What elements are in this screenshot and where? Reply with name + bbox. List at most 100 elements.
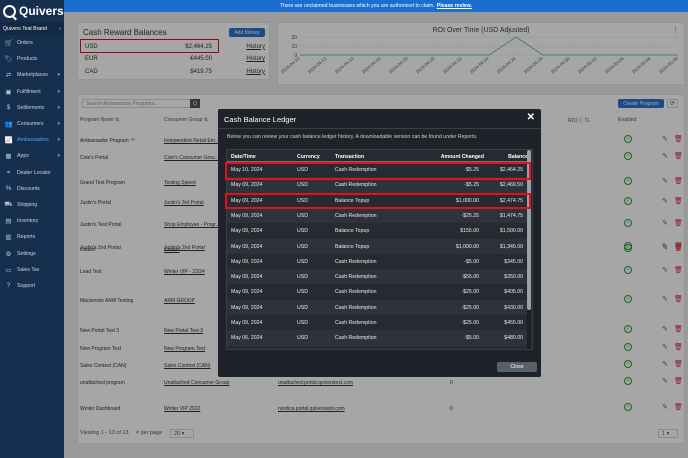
ledger-balance: $345.00 — [504, 258, 523, 265]
ledger-amount: -$55.00 — [461, 274, 479, 281]
chevron-right-icon: › — [59, 25, 61, 32]
modal-divider — [218, 128, 541, 129]
chevron-down-icon: ▾ — [57, 104, 60, 111]
sidebar-item-marketplaces[interactable]: ⇄ Marketplaces ▾ — [0, 67, 64, 83]
grid-icon: ▦ — [5, 153, 12, 161]
sidebar-item-consumers[interactable]: 👥 Consumers ▾ — [0, 116, 64, 132]
ledger-amount: -$5.00 — [464, 335, 479, 342]
ledger-currency: USD — [297, 243, 308, 250]
sidebar-item-label: Sales Tax — [17, 266, 40, 273]
cash-balance-ledger-modal: Cash Balance Ledger ✕ Below you can revi… — [218, 109, 541, 377]
modal-title: Cash Balance Ledger — [224, 115, 297, 124]
ledger-row: May 09, 2024 USD Balance Topup $1,000.00 $1,… — [227, 238, 527, 254]
brand-selector[interactable]: Quivers Test Brand › — [0, 22, 64, 35]
ledger-amount: $1,000.00 — [455, 243, 479, 250]
ledger-date: May 06, 2024 — [231, 335, 263, 342]
sidebar-item-settlements[interactable]: $ Settlements ▾ — [0, 100, 64, 116]
ledger-balance: $430.00 — [504, 304, 523, 311]
gear-icon: ⚙ — [5, 250, 12, 258]
sidebar-item-label: Inventory — [17, 218, 39, 225]
ledger-transaction: Cash Redemption — [335, 320, 377, 326]
ledger-row: May 09, 2024 USD Cash Redemption -$25.25 $1,… — [227, 207, 527, 224]
ledger-date: May 09, 2024 — [231, 212, 263, 219]
sidebar-item-orders[interactable]: 🛒 Orders — [0, 35, 64, 51]
ledger-amount: -$5.00 — [464, 258, 479, 265]
sidebar-item-label: Shipping — [17, 201, 38, 208]
ledger-amount: -$25.25 — [461, 212, 479, 219]
chevron-down-icon: ▾ — [57, 88, 60, 95]
sidebar-item-ambassadors[interactable]: 📈 Ambassadors ▾ — [0, 132, 64, 148]
ledger-balance: $405.00 — [504, 289, 523, 296]
sidebar-item-dealer-locator[interactable]: ⌖ Dealer Locator — [0, 165, 64, 181]
ledger-balance: $2,469.50 — [499, 182, 523, 189]
ledger-row: May 09, 2024 USD Cash Redemption -$55.00 $35… — [227, 269, 527, 285]
sidebar-item-products[interactable]: 🏷 Products — [0, 51, 64, 67]
ledger-row: May 09, 2024 USD Cash Redemption -$5.00 $345… — [227, 254, 527, 269]
ledger-scrollbar[interactable] — [527, 150, 531, 349]
money-icon: $ — [6, 104, 11, 112]
ledger-header-amount-changed: Amount Changed — [440, 154, 484, 160]
warehouse-icon: ▤ — [5, 218, 12, 226]
ledger-amount: -$5.25 — [464, 182, 479, 189]
ledger-amount: $155.00 — [460, 228, 479, 235]
ledger-balance: $1,345.00 — [499, 243, 523, 250]
review-link[interactable]: Please review. — [437, 3, 472, 9]
sidebar-item-reports[interactable]: ▥ Reports — [0, 229, 64, 245]
sidebar-item-label: Products — [17, 56, 38, 63]
chart-icon: 📈 — [4, 137, 13, 145]
ledger-balance: $480.00 — [504, 335, 523, 342]
sidebar-item-inventory[interactable]: ▤ Inventory — [0, 213, 64, 229]
ledger-date: May 09, 2024 — [231, 320, 263, 326]
handshake-icon: ⇄ — [5, 72, 12, 80]
cart-icon: 🛒 — [4, 40, 13, 48]
sidebar-item-discounts[interactable]: % Discounts — [0, 181, 64, 197]
ledger-date: May 09, 2024 — [231, 304, 263, 311]
ledger-highlight-top — [225, 162, 531, 180]
percent-icon: % — [5, 185, 12, 193]
ledger-date: May 09, 2024 — [231, 274, 263, 281]
users-icon: 👥 — [4, 121, 13, 129]
ledger-currency: USD — [297, 335, 308, 342]
ledger-transaction: Balance Topup — [335, 228, 370, 235]
ledger-currency: USD — [297, 304, 308, 311]
sidebar-item-label: Apps — [17, 153, 29, 160]
ledger-currency: USD — [297, 289, 308, 296]
sidebar-item-settings[interactable]: ⚙ Settings — [0, 245, 64, 261]
ledger-currency: USD — [297, 212, 308, 219]
ledger-transaction: Cash Redemption — [335, 258, 377, 265]
ledger-transaction: Balance Topup — [335, 243, 370, 250]
sidebar: Quivers Quivers Test Brand › 🛒 Orders 🏷 Pro… — [0, 0, 64, 458]
close-button[interactable]: Close — [497, 362, 537, 372]
ledger-balance: $455.00 — [504, 320, 523, 326]
chevron-down-icon: ▾ — [57, 121, 60, 128]
ledger-amount: -$25.00 — [461, 289, 479, 296]
sidebar-item-sales-tax[interactable]: ▭ Sales Tax — [0, 262, 64, 278]
ledger-balance: $1,500.00 — [499, 228, 523, 235]
truck-icon: ⛟ — [4, 201, 13, 209]
ledger-amount: -$25.00 — [461, 304, 479, 311]
ledger-transaction: Cash Redemption — [335, 335, 377, 342]
chevron-down-icon: ▾ — [57, 153, 60, 160]
ledger-currency: USD — [297, 320, 308, 326]
ledger-header-transaction: Transaction — [335, 154, 365, 160]
quivers-logo[interactable]: Quivers — [0, 0, 64, 22]
sidebar-item-label: Ambassadors — [17, 137, 49, 144]
ledger-transaction: Cash Redemption — [335, 274, 377, 281]
tag-icon: 🏷 — [4, 56, 13, 64]
bar-chart-icon: ▥ — [5, 234, 12, 242]
ledger-balance: $1,474.75 — [499, 212, 523, 219]
sidebar-item-shipping[interactable]: ⛟ Shipping — [0, 197, 64, 213]
sidebar-item-fulfillment[interactable]: ▣ Fulfillment ▾ — [0, 84, 64, 100]
sidebar-item-label: Dealer Locator — [17, 169, 52, 176]
ledger-transaction: Cash Redemption — [335, 212, 377, 219]
ledger-row: May 09, 2024 USD Cash Redemption -$25.00 $43… — [227, 299, 527, 315]
sidebar-item-label: Orders — [17, 40, 33, 47]
ledger-transaction: Cash Redemption — [335, 182, 377, 189]
ledger-date: May 09, 2024 — [231, 182, 263, 189]
ledger-row: May 09, 2024 USD Balance Topup $155.00 $1,50… — [227, 223, 527, 238]
close-icon[interactable]: ✕ — [527, 112, 535, 123]
sidebar-item-apps[interactable]: ▦ Apps ▾ — [0, 148, 64, 164]
sidebar-item-support[interactable]: ? Support — [0, 278, 64, 294]
ledger-date: May 09, 2024 — [231, 289, 263, 296]
ledger-currency: USD — [297, 228, 308, 235]
